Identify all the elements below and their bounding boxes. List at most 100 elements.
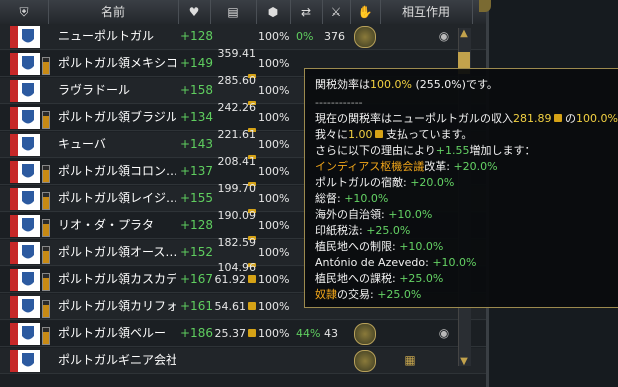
subject-name: ポルトガル領オース… bbox=[58, 245, 176, 259]
subject-name: ラヴラドール bbox=[58, 83, 131, 97]
diplomacy-button[interactable] bbox=[354, 26, 376, 48]
army-size: 43 bbox=[324, 327, 338, 340]
modifier-item: 植民地への課税: +25.0% bbox=[315, 272, 444, 285]
relation-value: +149 bbox=[180, 56, 213, 70]
income-value: 199.70 bbox=[212, 176, 256, 217]
tooltip-line-3: 我々に1.00 支払っています。 bbox=[315, 128, 473, 141]
subject-name: ポルトガル領カスカデ… bbox=[58, 272, 176, 286]
tariff-tooltip: 関税効率は100.0% (255.0%)です。 ------------ 現在の… bbox=[304, 68, 618, 308]
modifier-item: António de Azevedo: +10.0% bbox=[315, 256, 477, 269]
diplomacy-button[interactable] bbox=[354, 323, 376, 345]
income-value: 190.09 bbox=[212, 203, 256, 244]
flag-icon bbox=[10, 296, 40, 318]
modifier-item: インディアス枢機会議改革: +20.0% bbox=[315, 160, 498, 173]
trade-icon[interactable]: ⬢ bbox=[256, 0, 291, 24]
diplomacy-button[interactable] bbox=[354, 350, 376, 372]
relation-value: +161 bbox=[180, 299, 213, 313]
modifier-item: 印紙税法: +25.0% bbox=[315, 224, 411, 237]
income-value: 25.37 bbox=[212, 321, 256, 346]
colony-bar bbox=[42, 165, 50, 183]
eye-icon[interactable]: ◉ bbox=[430, 29, 458, 43]
subject-name: ポルトガル領ブラジル bbox=[58, 110, 176, 124]
colony-bar bbox=[42, 111, 50, 129]
army-size: 376 bbox=[324, 30, 345, 43]
income-value: 54.61 bbox=[212, 294, 256, 319]
liberty-desire: 100% bbox=[258, 327, 290, 340]
tooltip-line-2: 現在の関税率はニューポルトガルの収入281.89 の100.0%で bbox=[315, 112, 618, 125]
relation-value: +134 bbox=[180, 110, 213, 124]
scroll-up-icon[interactable]: ▲ bbox=[458, 28, 470, 40]
modifier-item: 総督: +10.0% bbox=[315, 192, 389, 205]
liberty-desire: 100% bbox=[258, 30, 290, 43]
table-row[interactable]: ポルトガル領ペルー +186 25.37 100% 44% 43 ◉ bbox=[0, 321, 486, 347]
scroll-down-icon[interactable]: ▼ bbox=[458, 356, 470, 368]
relation-value: +155 bbox=[180, 191, 213, 205]
tooltip-line-1: 関税効率は100.0% (255.0%)です。 bbox=[315, 78, 498, 91]
colony-bar bbox=[42, 327, 50, 345]
eye-icon[interactable]: ◉ bbox=[430, 326, 458, 340]
relation-value: +186 bbox=[180, 326, 213, 340]
flag-icon bbox=[10, 350, 40, 372]
table-header: ⛨ 名前 ♥ ▤ ⬢ ⇄ ⚔ ✋ 相互作用 bbox=[0, 0, 486, 25]
subject-name: ポルトガル領コロン… bbox=[58, 164, 176, 178]
colony-bar bbox=[42, 246, 50, 264]
trade-share: 0% bbox=[296, 30, 314, 43]
coins-icon[interactable]: ▤ bbox=[210, 0, 257, 24]
liberty-desire: 100% bbox=[258, 57, 290, 70]
income-value: 208.41 bbox=[212, 149, 256, 190]
colony-bar bbox=[42, 219, 50, 237]
flag-icon bbox=[10, 107, 40, 129]
income-value: 221.61 bbox=[212, 122, 256, 163]
corner-ornament bbox=[479, 0, 491, 12]
column-interact[interactable]: 相互作用 bbox=[380, 0, 473, 24]
flag-icon bbox=[10, 188, 40, 210]
relation-value: +128 bbox=[180, 218, 213, 232]
subject-name: ニューポルトガル bbox=[58, 29, 155, 43]
liberty-desire: 100% bbox=[258, 192, 290, 205]
liberty-desire: 100% bbox=[258, 246, 290, 259]
subject-name: ポルトガル領メキシコ bbox=[58, 56, 176, 70]
heart-icon[interactable]: ♥ bbox=[178, 0, 211, 24]
liberty-desire: 100% bbox=[258, 273, 290, 286]
tooltip-separator: ------------ bbox=[315, 96, 363, 109]
subject-name: ポルトガル領レイジ… bbox=[58, 191, 176, 205]
flag-icon bbox=[10, 53, 40, 75]
table-row[interactable]: ポルトガルギニア会社 ▦ bbox=[0, 348, 486, 374]
flag-icon bbox=[10, 215, 40, 237]
hand-icon[interactable]: ✋ bbox=[350, 0, 381, 24]
colony-bar bbox=[42, 300, 50, 318]
subject-name: ポルトガル領カリフォ… bbox=[58, 299, 176, 313]
income-value: 182.59 bbox=[212, 230, 256, 271]
flag-icon bbox=[10, 269, 40, 291]
modifier-item: ポルトガルの宿敵: +20.0% bbox=[315, 176, 455, 189]
flag-icon bbox=[10, 134, 40, 156]
income-value: 359.41 bbox=[212, 41, 256, 82]
subject-name: ポルトガル領ペルー bbox=[58, 326, 167, 340]
map-icon[interactable]: ▦ bbox=[396, 353, 424, 367]
relation-value: +143 bbox=[180, 137, 213, 151]
modifier-item: 植民地への制限: +10.0% bbox=[315, 240, 444, 253]
flag-icon bbox=[10, 161, 40, 183]
arrows-icon[interactable]: ⇄ bbox=[290, 0, 323, 24]
subject-name: ポルトガルギニア会社 bbox=[58, 353, 176, 367]
colony-bar bbox=[42, 57, 50, 75]
swords-icon[interactable]: ⚔ bbox=[322, 0, 351, 24]
relation-value: +158 bbox=[180, 83, 213, 97]
modifier-item: 海外の自治領: +10.0% bbox=[315, 208, 433, 221]
subject-name: キューバ bbox=[58, 137, 106, 151]
flag-icon bbox=[10, 26, 40, 48]
relation-value: +152 bbox=[180, 245, 213, 259]
column-name[interactable]: 名前 bbox=[48, 0, 179, 24]
trade-share: 44% bbox=[296, 327, 321, 340]
flag-icon bbox=[10, 80, 40, 102]
income-value: 285.60 bbox=[212, 68, 256, 109]
relation-value: +137 bbox=[180, 164, 213, 178]
liberty-desire: 100% bbox=[258, 165, 290, 178]
relation-value: +128 bbox=[180, 29, 213, 43]
liberty-desire: 100% bbox=[258, 138, 290, 151]
modifier-item: 奴隷の交易: +25.0% bbox=[315, 288, 422, 301]
tooltip-line-4: さらに以下の理由により+1.55増加します： bbox=[315, 144, 536, 157]
shield-icon[interactable]: ⛨ bbox=[0, 0, 49, 24]
subject-name: リオ・ダ・プラタ bbox=[58, 218, 155, 232]
liberty-desire: 100% bbox=[258, 300, 290, 313]
